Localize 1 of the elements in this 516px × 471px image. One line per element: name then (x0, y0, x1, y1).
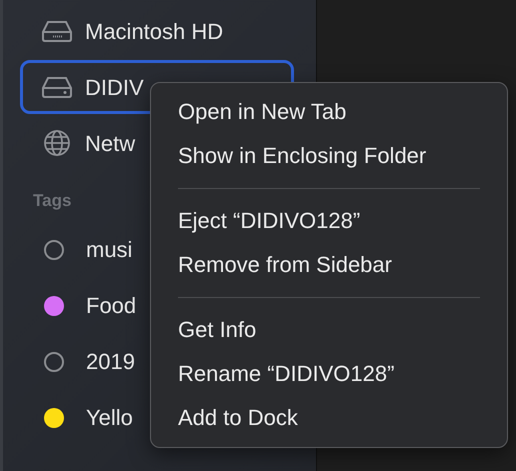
section-header: Tags (33, 190, 72, 212)
